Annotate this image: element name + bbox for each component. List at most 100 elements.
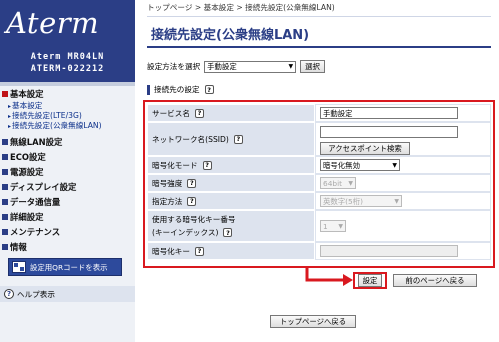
help-icon[interactable]: ? — [194, 246, 204, 256]
sidebar: Aterm Aterm MR04LN ATERM-022212 基本設定 基本設… — [0, 0, 135, 342]
ssid-value-cell: アクセスポイント検索 — [315, 122, 491, 156]
key-number-select[interactable]: 1 ▼ — [320, 220, 346, 232]
service-name-label: サービス名 — [152, 108, 190, 118]
breadcrumb: トップページ > 基本設定 > 接続先設定(公衆無線LAN) — [147, 3, 335, 12]
method-row: 設定方法を選択 手動設定 ▼ 選択 — [147, 60, 325, 73]
page-title: 接続先設定(公衆無線LAN) — [151, 28, 310, 43]
page-title-bar: 接続先設定(公衆無線LAN) — [147, 16, 491, 48]
encryption-mode-label: 暗号化モード — [152, 160, 198, 170]
bullet-icon — [2, 229, 8, 235]
connection-settings-form: サービス名 ? 手動設定 ネットワーク名(SSID) ? アクセスポイント検索 … — [143, 100, 495, 268]
key-number-value: 1 — [323, 221, 328, 231]
bullet-icon — [2, 199, 8, 205]
key-index-label: (キーインデックス) — [152, 228, 219, 237]
key-number-label: 使用する暗号化キー番号 — [152, 215, 236, 224]
ssid-input[interactable] — [320, 126, 458, 138]
encryption-strength-label-cell: 暗号強度 ? — [147, 174, 315, 192]
help-icon: ? — [4, 289, 14, 299]
encryption-strength-select[interactable]: 64bit ▼ — [320, 177, 356, 189]
sidebar-item-advanced[interactable]: 詳細設定 — [2, 211, 44, 223]
help-icon[interactable]: ? — [204, 85, 214, 94]
encryption-mode-select[interactable]: 暗号化無効 ▼ — [320, 159, 400, 171]
encryption-mode-label-cell: 暗号化モード ? — [147, 156, 315, 174]
method-select-button[interactable]: 選択 — [300, 60, 325, 73]
chevron-down-icon: ▼ — [348, 179, 353, 187]
encryption-strength-value: 64bit — [323, 178, 343, 188]
section-label: 接続先の設定 ? — [147, 84, 214, 95]
help-icon[interactable]: ? — [202, 160, 212, 170]
chevron-down-icon: ▼ — [338, 222, 343, 230]
sidebar-item-maintenance[interactable]: メンテナンス — [2, 226, 60, 238]
encryption-key-row: 暗号化キー ? — [147, 242, 491, 260]
chevron-down-icon: ▼ — [288, 63, 294, 70]
sidebar-subitem-public-wlan[interactable]: 接続先設定(公衆無線LAN) — [8, 120, 102, 131]
ssid-label: ネットワーク名(SSID) — [152, 134, 229, 144]
logo-area: Aterm Aterm MR04LN ATERM-022212 — [0, 0, 135, 82]
specify-method-select[interactable]: 英数字(5桁) ▼ — [320, 195, 402, 207]
sidebar-item-basic-settings[interactable]: 基本設定 — [2, 88, 44, 100]
ap-search-button[interactable]: アクセスポイント検索 — [320, 142, 410, 155]
help-icon[interactable]: ? — [194, 108, 204, 118]
bullet-icon — [2, 91, 8, 97]
encryption-strength-row: 暗号強度 ? 64bit ▼ — [147, 174, 491, 192]
specify-method-label-cell: 指定方法 ? — [147, 192, 315, 210]
encryption-mode-value-cell: 暗号化無効 ▼ — [315, 156, 491, 174]
back-to-top-button[interactable]: トップページへ戻る — [270, 315, 356, 328]
service-name-label-cell: サービス名 ? — [147, 104, 315, 122]
section-label-text: 接続先の設定 — [154, 85, 200, 94]
set-button[interactable]: 設定 — [357, 274, 383, 287]
key-number-row: 使用する暗号化キー番号 (キーインデックス) ? 1 ▼ — [147, 210, 491, 242]
encryption-key-label-cell: 暗号化キー ? — [147, 242, 315, 260]
bullet-icon — [2, 244, 8, 250]
ssid-label-cell: ネットワーク名(SSID) ? — [147, 122, 315, 156]
main-content: トップページ > 基本設定 > 接続先設定(公衆無線LAN) 接続先設定(公衆無… — [135, 0, 499, 342]
sidebar-item-label: 電源設定 — [10, 167, 44, 177]
specify-method-label: 指定方法 — [152, 196, 183, 206]
sidebar-item-eco[interactable]: ECO設定 — [2, 151, 46, 163]
chevron-down-icon: ▼ — [394, 197, 399, 205]
sidebar-item-data-usage[interactable]: データ通信量 — [2, 196, 60, 208]
specify-method-value: 英数字(5桁) — [323, 196, 364, 206]
key-number-label-cell: 使用する暗号化キー番号 (キーインデックス) ? — [147, 210, 315, 242]
encryption-key-input[interactable] — [320, 245, 458, 257]
sidebar-item-power[interactable]: 電源設定 — [2, 166, 44, 178]
bullet-icon — [2, 169, 8, 175]
encryption-mode-row: 暗号化モード ? 暗号化無効 ▼ — [147, 156, 491, 174]
help-icon[interactable]: ? — [223, 228, 233, 237]
sidebar-item-wlan[interactable]: 無線LAN設定 — [2, 136, 62, 148]
specify-method-row: 指定方法 ? 英数字(5桁) ▼ — [147, 192, 491, 210]
sidebar-divider — [0, 82, 135, 86]
encryption-mode-value: 暗号化無効 — [323, 160, 360, 170]
help-icon[interactable]: ? — [233, 134, 243, 144]
show-qr-code-button[interactable]: 設定用QRコードを表示 — [8, 258, 122, 276]
encryption-key-label: 暗号化キー — [152, 246, 190, 256]
method-label: 設定方法を選択 — [147, 62, 201, 71]
key-number-label-line2-wrap: (キーインデックス) ? — [152, 227, 233, 238]
ssid-row: ネットワーク名(SSID) ? アクセスポイント検索 — [147, 122, 491, 156]
sidebar-item-info[interactable]: 情報 — [2, 241, 27, 253]
sidebar-item-label: 情報 — [10, 242, 27, 252]
sidebar-item-label: ディスプレイ設定 — [10, 182, 77, 192]
key-number-value-cell: 1 ▼ — [315, 210, 491, 242]
sidebar-item-label: 詳細設定 — [10, 212, 44, 222]
sidebar-item-label: 基本設定 — [10, 89, 44, 99]
service-name-input[interactable]: 手動設定 — [320, 107, 458, 119]
help-icon[interactable]: ? — [187, 178, 197, 188]
help-toggle[interactable]: ? ヘルプ表示 — [0, 286, 135, 302]
sidebar-item-label: 無線LAN設定 — [10, 137, 63, 147]
sidebar-item-display[interactable]: ディスプレイ設定 — [2, 181, 76, 193]
encryption-strength-value-cell: 64bit ▼ — [315, 174, 491, 192]
bullet-icon — [2, 214, 8, 220]
qr-button-label: 設定用QRコードを表示 — [30, 262, 108, 272]
device-id: ATERM-022212 — [30, 64, 105, 74]
aterm-logo: Aterm — [6, 6, 100, 40]
service-name-value-cell: 手動設定 — [315, 104, 491, 122]
method-select[interactable]: 手動設定 ▼ — [204, 60, 297, 73]
set-button-highlight: 設定 — [353, 272, 387, 289]
sidebar-item-label: ECO設定 — [10, 152, 46, 162]
help-icon[interactable]: ? — [187, 196, 197, 206]
bullet-icon — [2, 184, 8, 190]
help-label: ヘルプ表示 — [17, 289, 55, 299]
section-bar — [147, 84, 150, 95]
back-button[interactable]: 前のページへ戻る — [393, 274, 477, 287]
